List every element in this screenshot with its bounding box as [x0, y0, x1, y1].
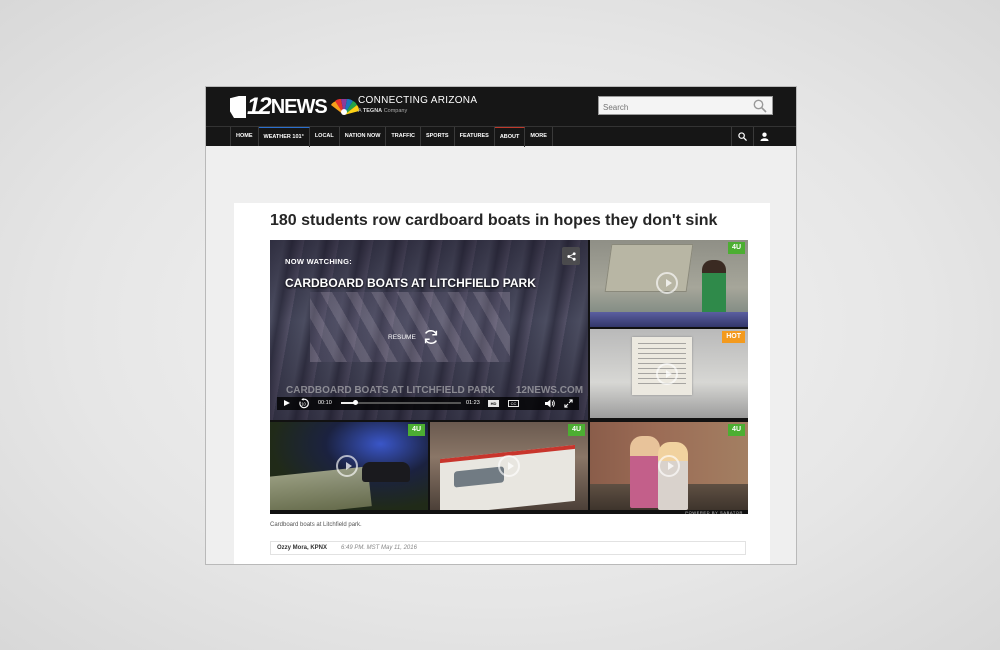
- sub-tagline-suffix: Company: [383, 108, 408, 114]
- nav-item-sports[interactable]: SPORTS: [421, 127, 455, 146]
- progress-bar[interactable]: [341, 400, 461, 405]
- user-icon: [760, 132, 769, 141]
- now-watching-label: NOW WATCHING:: [285, 257, 353, 266]
- badge-4u: 4U: [728, 424, 745, 436]
- nav-list: HOME WEATHER 101° LOCAL NATION NOW TRAFF…: [230, 127, 553, 147]
- site-header: 12 NEWS CONNECTING ARIZONA A TEGNA Compa…: [206, 87, 796, 126]
- browser-frame: 12 NEWS CONNECTING ARIZONA A TEGNA Compa…: [205, 86, 797, 565]
- captions-button[interactable]: CC: [508, 400, 519, 407]
- refresh-icon: [424, 330, 437, 344]
- logo-news-text: NEWS: [270, 95, 328, 118]
- replay-10-icon[interactable]: 10: [298, 398, 309, 409]
- video-thumbnail[interactable]: HOT: [590, 329, 748, 418]
- powered-by-label: POWERED BY SABATOR: [685, 510, 743, 515]
- article-headline: 180 students row cardboard boats in hope…: [270, 212, 718, 229]
- volume-icon[interactable]: [545, 399, 555, 408]
- share-button[interactable]: [562, 247, 580, 265]
- peacock-icon: [330, 99, 359, 115]
- video-thumbnail[interactable]: 4U: [270, 422, 428, 510]
- sub-tagline-prefix: A: [358, 108, 362, 114]
- author-name[interactable]: Ozzy Mora, KPNX: [277, 545, 327, 551]
- resume-label: RESUME: [388, 333, 416, 341]
- nav-item-traffic[interactable]: TRAFFIC: [386, 127, 421, 146]
- badge-4u: 4U: [568, 424, 585, 436]
- badge-4u: 4U: [408, 424, 425, 436]
- search-icon[interactable]: [753, 99, 767, 113]
- resume-button[interactable]: RESUME: [388, 328, 440, 346]
- total-time: 01:23: [466, 400, 480, 406]
- logo-number: 12: [247, 93, 272, 120]
- video-thumbnail[interactable]: 4U: [590, 240, 748, 327]
- scene-person: [630, 436, 660, 508]
- nav-item-more[interactable]: MORE: [525, 127, 553, 146]
- nav-item-weather[interactable]: WEATHER 101°: [258, 127, 310, 147]
- scene-car: [362, 462, 410, 482]
- play-icon: [336, 455, 358, 477]
- scene-sign: [604, 244, 694, 292]
- nav-item-home[interactable]: HOME: [230, 127, 259, 146]
- scene-desk: [590, 312, 748, 327]
- nav-search-button[interactable]: [731, 127, 753, 146]
- svg-text:10: 10: [301, 402, 306, 407]
- video-player: NOW WATCHING: CARDBOARD BOATS AT LITCHFI…: [270, 240, 748, 515]
- article-byline: Ozzy Mora, KPNX 6:49 PM. MST May 11, 201…: [270, 541, 746, 555]
- player-controls: 10 00:10 01:23 HD CC: [277, 397, 579, 410]
- search-icon: [738, 132, 747, 141]
- publish-timestamp: 6:49 PM. MST May 11, 2016: [341, 545, 417, 551]
- lower-third-brand: 12NEWS.COM: [515, 385, 584, 396]
- nav-item-about[interactable]: ABOUT: [494, 127, 526, 147]
- badge-hot: HOT: [722, 331, 745, 343]
- badge-4u: 4U: [728, 242, 745, 254]
- fullscreen-icon[interactable]: [564, 399, 573, 408]
- lower-third-title: CARDBOARD BOATS AT LITCHFIELD PARK: [286, 385, 496, 396]
- video-caption: Cardboard boats at Litchfield park.: [270, 522, 362, 528]
- current-time: 00:10: [318, 400, 332, 406]
- video-thumbnail[interactable]: 4U: [430, 422, 588, 510]
- play-icon: [656, 363, 678, 385]
- arizona-shape-icon: [230, 96, 246, 118]
- video-frame-scene: [310, 292, 510, 362]
- site-tagline: CONNECTING ARIZONA: [358, 95, 478, 106]
- search-input[interactable]: [599, 99, 757, 116]
- video-thumbnail[interactable]: 4U: [590, 422, 748, 510]
- video-lower-third: CARDBOARD BOATS AT LITCHFIELD PARK 12NEW…: [286, 385, 583, 396]
- search-box: [598, 96, 773, 116]
- article-container: 180 students row cardboard boats in hope…: [234, 203, 770, 564]
- play-icon: [658, 455, 680, 477]
- play-icon[interactable]: [284, 400, 290, 406]
- share-icon: [566, 251, 576, 261]
- sub-tagline-brand: TEGNA: [362, 108, 383, 114]
- nav-account-button[interactable]: [753, 127, 775, 146]
- nav-item-local[interactable]: LOCAL: [310, 127, 340, 146]
- play-icon: [656, 272, 678, 294]
- nav-item-nation-now[interactable]: NATION NOW: [340, 127, 387, 146]
- parent-company: A TEGNA Company: [358, 108, 407, 114]
- video-title: CARDBOARD BOATS AT LITCHFIELD PARK: [285, 276, 536, 290]
- hd-button[interactable]: HD: [488, 400, 499, 407]
- main-video[interactable]: NOW WATCHING: CARDBOARD BOATS AT LITCHFI…: [270, 240, 588, 420]
- scene-anchor: [702, 260, 726, 320]
- main-nav: HOME WEATHER 101° LOCAL NATION NOW TRAFF…: [206, 126, 796, 147]
- progress-handle[interactable]: [353, 400, 359, 405]
- site-logo[interactable]: 12 NEWS: [230, 93, 359, 121]
- play-icon: [498, 455, 520, 477]
- nav-item-features[interactable]: FEATURES: [455, 127, 495, 146]
- scene-path: [270, 466, 372, 510]
